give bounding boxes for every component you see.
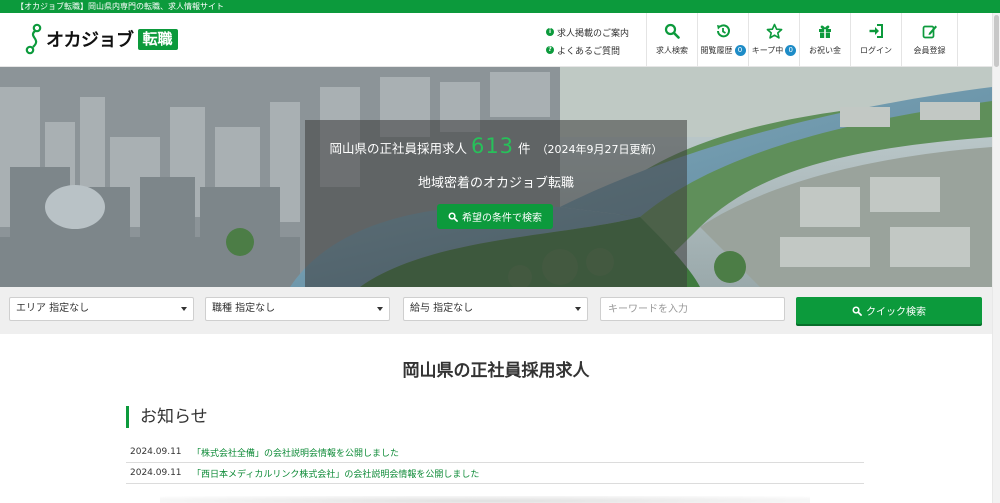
register-icon (922, 25, 937, 39)
site-logo[interactable]: オカジョブ 転職 (24, 23, 178, 55)
hero-panel: 岡山県の正社員採用求人 613 件 （2024年9月27日更新） 地域密着のオカ… (305, 120, 687, 287)
nav-history-label: 閲覧履歴 (700, 46, 733, 55)
logo-mark-icon (25, 23, 42, 55)
news-date: 2024.09.11 (130, 447, 182, 457)
salary-select[interactable]: 給与 指定なし (403, 297, 588, 321)
nav-login-label: ログイン (860, 46, 892, 55)
nav-bonus-label: お祝い金 (809, 46, 841, 55)
news-date: 2024.09.11 (130, 468, 182, 478)
hero-prefix: 岡山県の正社員採用求人 (329, 141, 467, 156)
header-nav: 求人検索 閲覧履歴 0 キープ中 0 お祝い金 ログイン 会員登録 (646, 13, 958, 67)
info-icon: i (546, 28, 554, 36)
chevron-down-icon (575, 307, 581, 311)
star-icon (766, 23, 782, 39)
nav-job-search-label: 求人検索 (656, 46, 688, 55)
site-tagline-bar: 【オカジョブ転職】岡山県内専門の転職、求人情報サイト (0, 0, 1000, 13)
salary-select-value: 給与 指定なし (410, 303, 474, 314)
page-scrollbar[interactable] (992, 13, 1000, 503)
nav-bonus[interactable]: お祝い金 (799, 13, 850, 67)
page-title: 岡山県の正社員採用求人 (402, 361, 590, 381)
news-link[interactable]: 「西日本メディカルリンク株式会社」の会社説明会情報を公開しました (192, 467, 479, 480)
faq-label: よくあるご質問 (557, 46, 621, 57)
gift-icon (819, 25, 831, 38)
quick-search-bar: エリア 指定なし 職種 指定なし 給与 指定なし クイック検索 (0, 287, 992, 334)
search-icon (664, 23, 680, 39)
nav-login[interactable]: ログイン (850, 13, 901, 67)
search-conditions-label: 希望の条件で検索 (462, 213, 542, 224)
content-card-shadow (160, 496, 810, 503)
question-icon: ? (546, 46, 554, 54)
area-select[interactable]: エリア 指定なし (9, 297, 194, 321)
nav-register[interactable]: 会員登録 (901, 13, 958, 67)
job-count: 613 (470, 134, 515, 158)
updated-date: （2024年9月27日更新） (536, 143, 663, 156)
search-icon (448, 212, 458, 222)
news-item: 2024.09.11 「株式会社全備」の会社説明会情報を公開しました (126, 442, 864, 463)
news-item: 2024.09.11 「西日本メディカルリンク株式会社」の会社説明会情報を公開し… (126, 463, 864, 484)
site-header: オカジョブ 転職 i 求人掲載のご案内 ? よくあるご質問 求人検索 閲覧履歴 … (0, 13, 1000, 67)
job-type-select-value: 職種 指定なし (212, 303, 276, 314)
keyword-input[interactable] (600, 297, 785, 321)
history-icon (717, 24, 730, 38)
news-heading: お知らせ (126, 406, 208, 428)
area-select-value: エリア 指定なし (16, 303, 90, 314)
header-links: i 求人掲載のご案内 ? よくあるご質問 (546, 25, 642, 61)
search-icon (852, 306, 862, 316)
hero-tagline: 地域密着のオカジョブ転職 (417, 176, 574, 191)
quick-search-label: クイック検索 (866, 307, 926, 318)
nav-history[interactable]: 閲覧履歴 0 (697, 13, 748, 67)
site-tagline: 【オカジョブ転職】岡山県内専門の転職、求人情報サイト (16, 2, 224, 11)
history-count-badge: 0 (734, 45, 746, 56)
nav-job-search[interactable]: 求人検索 (646, 13, 697, 67)
chevron-down-icon (181, 307, 187, 311)
faq-link[interactable]: ? よくあるご質問 (546, 43, 642, 57)
quick-search-button[interactable]: クイック検索 (796, 297, 982, 324)
nav-register-label: 会員登録 (913, 46, 946, 55)
job-count-unit: 件 (518, 141, 531, 156)
chevron-down-icon (377, 307, 383, 311)
nav-keep[interactable]: キープ中 0 (748, 13, 799, 67)
login-icon (869, 24, 883, 38)
news-list: 2024.09.11 「株式会社全備」の会社説明会情報を公開しました 2024.… (126, 442, 864, 484)
scrollbar-thumb[interactable] (994, 15, 999, 67)
search-conditions-button[interactable]: 希望の条件で検索 (437, 204, 553, 229)
keep-count-badge: 0 (785, 45, 797, 56)
logo-badge: 転職 (137, 28, 178, 50)
listing-info-link[interactable]: i 求人掲載のご案内 (546, 25, 642, 39)
logo-text: オカジョブ (46, 30, 134, 51)
hero-section: 岡山県の正社員採用求人 613 件 （2024年9月27日更新） 地域密着のオカ… (0, 67, 992, 287)
listing-info-label: 求人掲載のご案内 (557, 28, 630, 39)
hero-headline: 岡山県の正社員採用求人 613 件 （2024年9月27日更新） (305, 134, 687, 158)
nav-keep-label: キープ中 (751, 46, 784, 55)
news-link[interactable]: 「株式会社全備」の会社説明会情報を公開しました (192, 446, 399, 459)
job-type-select[interactable]: 職種 指定なし (205, 297, 390, 321)
